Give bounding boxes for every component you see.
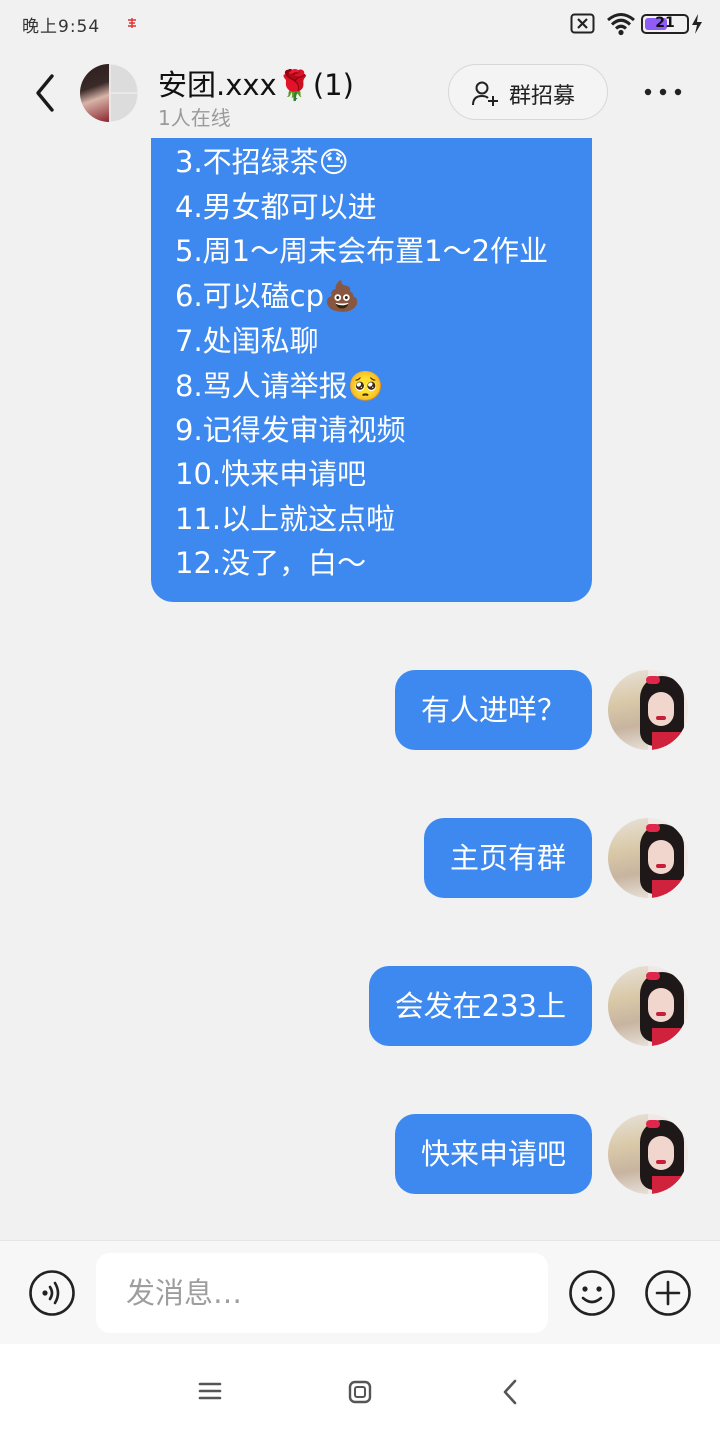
outgoing-message[interactable]: 会发在233上 bbox=[368, 966, 592, 1046]
battery-level: 21 bbox=[655, 15, 675, 31]
outgoing-message[interactable]: 快来申请吧 bbox=[394, 1114, 592, 1194]
rule-line: 8.骂人请举报🥺 bbox=[175, 369, 384, 403]
rule-line: 5.周1～周末会布置1～2作业 bbox=[175, 234, 549, 268]
announcement-message[interactable]: 3.不招绿茶😓 4.男女都可以进 5.周1～周末会布置1～2作业 6.可以磕cp… bbox=[151, 138, 592, 602]
rule-line: 11.以上就这点啦 bbox=[175, 502, 396, 536]
rule-line: 3.不招绿茶😓 bbox=[175, 145, 349, 179]
notification-icon bbox=[128, 18, 136, 28]
nav-back-icon[interactable] bbox=[500, 1378, 520, 1406]
empty-member-slot bbox=[111, 94, 137, 121]
avatar[interactable] bbox=[608, 818, 688, 898]
back-button[interactable] bbox=[28, 70, 64, 116]
wifi-icon bbox=[607, 13, 635, 36]
rule-line: 6.可以磕cp💩 bbox=[175, 279, 361, 313]
avatar[interactable] bbox=[608, 1114, 688, 1194]
plus-circle-icon[interactable] bbox=[644, 1269, 692, 1317]
online-status: 1人在线 bbox=[158, 106, 231, 130]
system-nav-bar bbox=[0, 1344, 720, 1440]
rule-line: 7.处闺私聊 bbox=[175, 324, 319, 358]
avatar[interactable] bbox=[608, 966, 688, 1046]
more-dots-icon[interactable] bbox=[638, 74, 688, 110]
menu-icon[interactable] bbox=[198, 1380, 222, 1402]
recruit-button[interactable]: 群招募 bbox=[448, 64, 608, 120]
avatar[interactable] bbox=[608, 670, 688, 750]
rule-line: 9.记得发审请视频 bbox=[175, 413, 406, 447]
message-input[interactable] bbox=[96, 1253, 548, 1333]
chat-header: 安团.xxx🌹(1) 1人在线 群招募 bbox=[0, 48, 720, 138]
rule-line: 10.快来申请吧 bbox=[175, 457, 367, 491]
outgoing-message[interactable]: 主页有群 bbox=[423, 818, 592, 898]
home-square-icon[interactable] bbox=[348, 1380, 372, 1404]
outgoing-message[interactable]: 有人进咩？ bbox=[394, 670, 592, 750]
group-avatar[interactable] bbox=[80, 64, 138, 122]
empty-member-slot bbox=[111, 65, 137, 92]
no-sim-icon bbox=[570, 13, 595, 34]
input-bar bbox=[0, 1240, 720, 1344]
battery-indicator: 21 bbox=[641, 14, 689, 34]
status-time: 晚上9:54 bbox=[22, 17, 101, 37]
status-bar: 晚上9:54 21 bbox=[0, 0, 720, 48]
member-photo bbox=[80, 64, 109, 122]
recruit-label: 群招募 bbox=[509, 84, 576, 109]
smiley-icon[interactable] bbox=[568, 1269, 616, 1317]
add-person-icon bbox=[472, 81, 498, 106]
voice-icon[interactable] bbox=[28, 1269, 76, 1317]
rule-line: 4.男女都可以进 bbox=[175, 190, 377, 224]
charging-icon bbox=[692, 14, 702, 34]
group-name[interactable]: 安团.xxx🌹(1) bbox=[158, 62, 354, 104]
rule-line: 12.没了，白～ bbox=[175, 546, 367, 580]
